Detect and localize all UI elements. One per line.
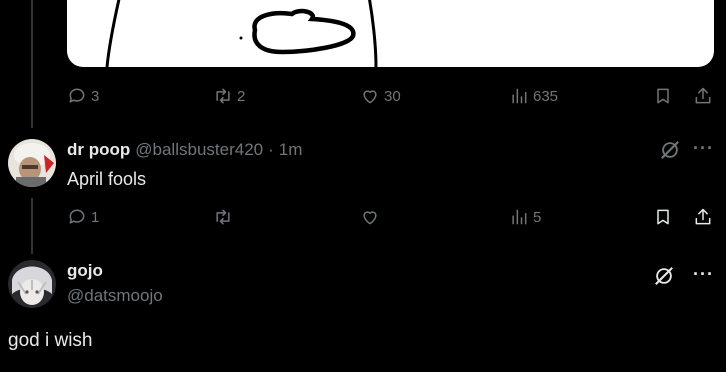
repost-button[interactable]: [213, 207, 237, 227]
separator: ·: [268, 140, 274, 159]
bookmark-icon: [657, 209, 669, 225]
share-icon: [695, 208, 711, 225]
bookmark-icon: [657, 88, 669, 104]
repost-count: 2: [237, 87, 246, 105]
thread-line: [31, 0, 33, 128]
like-count: 30: [384, 87, 401, 105]
avatar[interactable]: [8, 139, 56, 187]
handle: @datsmoojo: [67, 286, 163, 305]
share-icon: [695, 87, 711, 104]
reply-button[interactable]: 1: [67, 207, 99, 227]
views-button[interactable]: 5: [509, 207, 541, 227]
reply-count: 3: [91, 87, 100, 105]
views-button[interactable]: 635: [509, 86, 558, 106]
views-icon: [512, 88, 527, 104]
thread-line: [31, 198, 33, 254]
composer-text[interactable]: god i wish: [8, 330, 93, 352]
more-icon[interactable]: ···: [693, 264, 714, 285]
sketch-drawing: [105, 0, 378, 67]
like-icon: [363, 90, 377, 104]
avatar-image: [8, 260, 56, 308]
like-button[interactable]: 30: [360, 86, 401, 106]
post-actions: 3 2 30 635: [67, 86, 717, 110]
repost-icon: [216, 88, 230, 104]
avatar[interactable]: [8, 260, 56, 308]
reply-button[interactable]: 3: [67, 86, 99, 106]
view-count: 635: [533, 87, 559, 105]
post-image[interactable]: [67, 0, 714, 67]
like-button[interactable]: [360, 207, 384, 227]
like-icon: [363, 211, 377, 225]
reply-header: dr poop @ballsbuster420 · 1m: [67, 140, 302, 160]
share-button[interactable]: [693, 207, 713, 227]
display-name: gojo: [67, 261, 103, 280]
reply-text: April fools: [67, 169, 147, 189]
display-name[interactable]: dr poop: [67, 140, 130, 160]
avatar-image: [8, 139, 56, 187]
bookmark-button[interactable]: [653, 207, 673, 227]
handle[interactable]: @ballsbuster420: [135, 140, 263, 160]
timestamp[interactable]: 1m: [279, 140, 303, 160]
views-icon: [512, 209, 527, 225]
view-count: 5: [533, 208, 542, 226]
grok-icon[interactable]: [659, 139, 681, 161]
bookmark-button[interactable]: [653, 86, 673, 106]
composer-header: gojo: [67, 261, 103, 281]
grok-icon[interactable]: [653, 265, 675, 287]
repost-icon: [216, 209, 230, 225]
more-icon[interactable]: ···: [693, 138, 714, 159]
repost-button[interactable]: 2: [213, 86, 245, 106]
reply-icon: [69, 209, 85, 224]
reply-count: 1: [91, 208, 100, 226]
share-button[interactable]: [693, 86, 713, 106]
reply-actions: 1 5: [67, 207, 717, 231]
reply-icon: [69, 88, 85, 103]
